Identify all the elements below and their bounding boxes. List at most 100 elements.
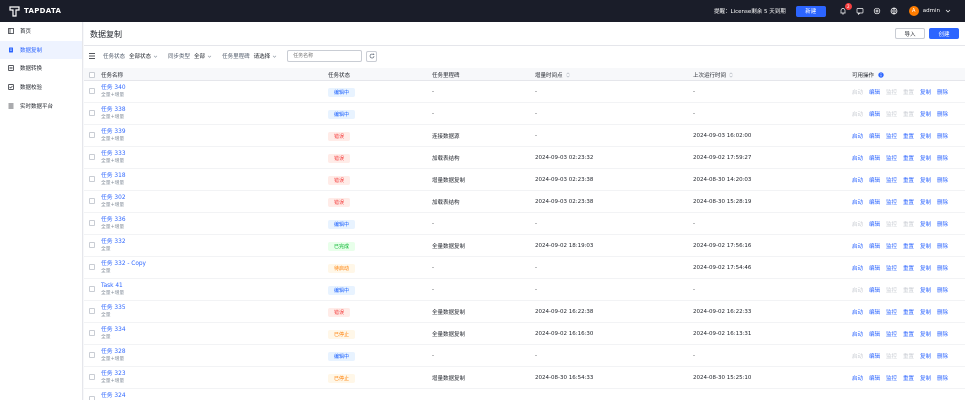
task-name-link[interactable]: 任务 340: [101, 85, 126, 93]
chevron-down-icon[interactable]: [945, 8, 951, 14]
delete-action[interactable]: 删除: [937, 220, 954, 228]
status-filter[interactable]: 任务状态 全部状态: [103, 52, 158, 60]
monitor-action[interactable]: 监控: [886, 176, 903, 184]
logo[interactable]: TAPDATA: [9, 5, 61, 17]
sort-icon[interactable]: [729, 71, 733, 78]
reset-action[interactable]: 重置: [903, 242, 920, 250]
copy-action[interactable]: 复制: [920, 132, 937, 140]
sort-icon[interactable]: [565, 71, 570, 78]
task-name-link[interactable]: 任务 334: [101, 327, 126, 335]
edit-action[interactable]: 编辑: [869, 286, 886, 294]
reset-action[interactable]: 重置: [903, 132, 920, 140]
task-name-link[interactable]: 任务 332 - Copy: [101, 261, 146, 269]
sidebar-item-data-transform[interactable]: 数据转换: [0, 59, 82, 78]
copy-action[interactable]: 复制: [920, 242, 937, 250]
delete-action[interactable]: 删除: [937, 88, 954, 96]
row-checkbox[interactable]: [89, 330, 95, 336]
monitor-action[interactable]: 监控: [886, 264, 903, 272]
reset-action[interactable]: 重置: [903, 198, 920, 206]
reset-action[interactable]: 重置: [903, 330, 920, 338]
row-checkbox[interactable]: [89, 198, 95, 204]
copy-action[interactable]: 复制: [920, 198, 937, 206]
task-name-link[interactable]: 任务 335: [101, 305, 126, 313]
delete-action[interactable]: 删除: [937, 374, 954, 382]
create-button[interactable]: 创建: [929, 28, 959, 39]
sidebar-item-data-copy[interactable]: 数据复制: [0, 40, 82, 60]
sidebar-item-realtime-platform[interactable]: 实时数据平台: [0, 96, 82, 115]
delete-action[interactable]: 删除: [937, 286, 954, 294]
reset-action[interactable]: 重置: [903, 176, 920, 184]
start-action[interactable]: 启动: [852, 154, 869, 162]
monitor-action[interactable]: 监控: [886, 154, 903, 162]
edit-action[interactable]: 编辑: [869, 176, 886, 184]
copy-action[interactable]: 复制: [920, 286, 937, 294]
edit-action[interactable]: 编辑: [869, 198, 886, 206]
reset-action[interactable]: 重置: [903, 264, 920, 272]
row-checkbox[interactable]: [89, 242, 95, 248]
sidebar-item-data-verify[interactable]: 数据校验: [0, 78, 82, 97]
monitor-action[interactable]: 监控: [886, 308, 903, 316]
row-checkbox[interactable]: [89, 110, 95, 116]
reset-action[interactable]: 重置: [903, 154, 920, 162]
copy-action[interactable]: 复制: [920, 264, 937, 272]
delete-action[interactable]: 删除: [937, 330, 954, 338]
delete-action[interactable]: 删除: [937, 352, 954, 360]
row-checkbox[interactable]: [89, 374, 95, 380]
sync-type-filter[interactable]: 同步类型 全部: [168, 52, 212, 60]
row-checkbox[interactable]: [89, 308, 95, 314]
row-checkbox[interactable]: [89, 154, 95, 160]
copy-action[interactable]: 复制: [920, 220, 937, 228]
monitor-action[interactable]: 监控: [886, 198, 903, 206]
row-checkbox[interactable]: [89, 88, 95, 94]
start-action[interactable]: 启动: [852, 264, 869, 272]
header-new-button[interactable]: 新建: [795, 5, 826, 17]
milestone-filter[interactable]: 任务里程碑 请选择: [222, 52, 277, 60]
monitor-action[interactable]: 监控: [886, 374, 903, 382]
monitor-action[interactable]: 监控: [886, 330, 903, 338]
edit-action[interactable]: 编辑: [869, 374, 886, 382]
row-checkbox[interactable]: [89, 132, 95, 138]
edit-action[interactable]: 编辑: [869, 220, 886, 228]
start-action[interactable]: 启动: [852, 242, 869, 250]
edit-action[interactable]: 编辑: [869, 110, 886, 118]
delete-action[interactable]: 删除: [937, 308, 954, 316]
task-name-link[interactable]: 任务 328: [101, 349, 126, 357]
chat-icon[interactable]: [855, 6, 865, 16]
refresh-button[interactable]: [366, 50, 378, 62]
copy-action[interactable]: 复制: [920, 374, 937, 382]
task-name-link[interactable]: 任务 318: [101, 173, 126, 181]
monitor-action[interactable]: 监控: [886, 132, 903, 140]
copy-action[interactable]: 复制: [920, 154, 937, 162]
edit-action[interactable]: 编辑: [869, 352, 886, 360]
task-name-link[interactable]: 任务 302: [101, 195, 126, 203]
edit-action[interactable]: 编辑: [869, 308, 886, 316]
edit-action[interactable]: 编辑: [869, 264, 886, 272]
monitor-action[interactable]: 监控: [886, 242, 903, 250]
copy-action[interactable]: 复制: [920, 330, 937, 338]
edit-action[interactable]: 编辑: [869, 330, 886, 338]
task-name-link[interactable]: 任务 336: [101, 217, 126, 225]
settings-icon[interactable]: [872, 6, 882, 16]
edit-action[interactable]: 编辑: [869, 132, 886, 140]
row-checkbox[interactable]: [89, 220, 95, 226]
start-action[interactable]: 启动: [852, 198, 869, 206]
avatar[interactable]: A: [908, 6, 919, 16]
delete-action[interactable]: 删除: [937, 264, 954, 272]
username[interactable]: admin: [923, 8, 940, 14]
import-button[interactable]: 导入: [895, 28, 925, 39]
row-checkbox[interactable]: [89, 286, 95, 292]
search-input[interactable]: [287, 50, 363, 62]
delete-action[interactable]: 删除: [937, 242, 954, 250]
task-name-link[interactable]: 任务 332: [101, 239, 126, 247]
task-name-link[interactable]: 任务 323: [101, 371, 126, 379]
task-name-link[interactable]: 任务 339: [101, 129, 126, 137]
row-checkbox[interactable]: [89, 264, 95, 270]
globe-icon[interactable]: [889, 6, 899, 16]
delete-action[interactable]: 删除: [937, 198, 954, 206]
start-action[interactable]: 启动: [852, 176, 869, 184]
delete-action[interactable]: 删除: [937, 110, 954, 118]
copy-action[interactable]: 复制: [920, 352, 937, 360]
delete-action[interactable]: 删除: [937, 132, 954, 140]
reset-action[interactable]: 重置: [903, 308, 920, 316]
copy-action[interactable]: 复制: [920, 176, 937, 184]
